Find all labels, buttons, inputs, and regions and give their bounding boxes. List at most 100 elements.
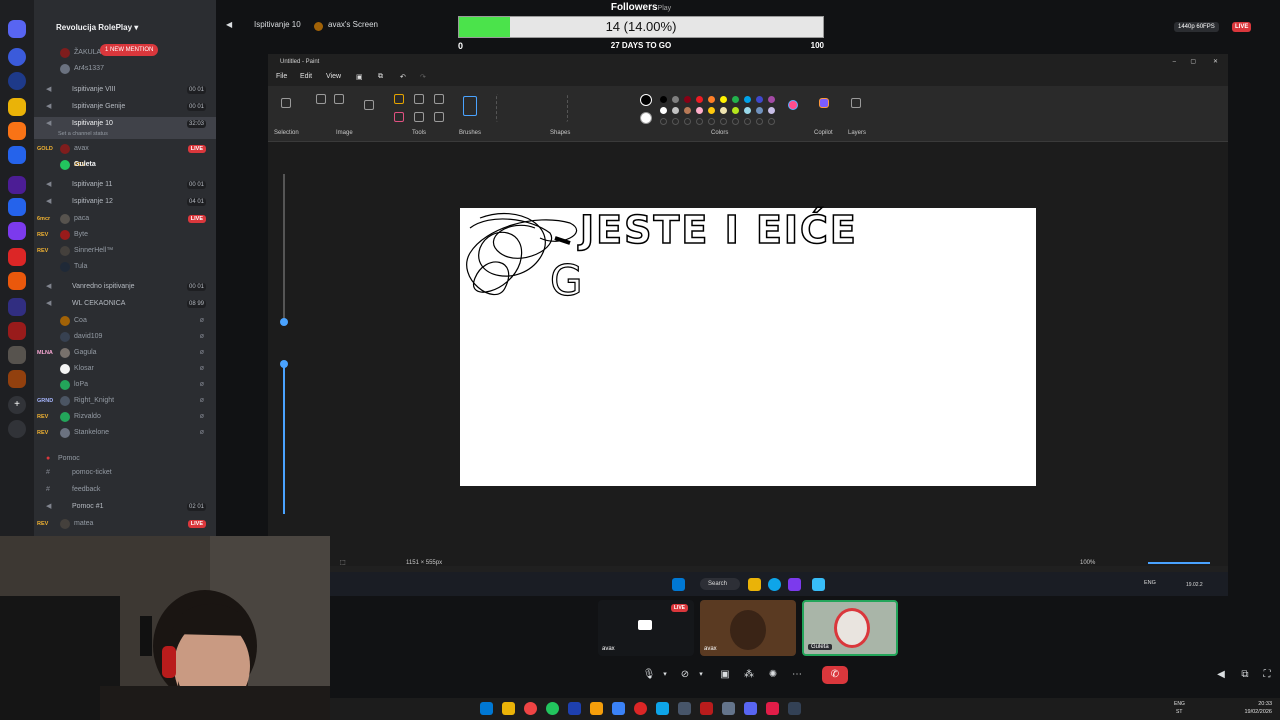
more-icon[interactable]: ⋯ xyxy=(788,666,806,684)
color-swatch[interactable] xyxy=(732,96,739,103)
color-swatch[interactable] xyxy=(720,96,727,103)
discord-icon[interactable] xyxy=(788,578,801,591)
folder-icon[interactable] xyxy=(8,98,26,116)
app-icon[interactable] xyxy=(590,702,603,715)
server-icon[interactable] xyxy=(8,122,26,140)
color-swatch[interactable] xyxy=(672,107,679,114)
color-swatch[interactable] xyxy=(660,107,667,114)
paint-icon[interactable] xyxy=(812,578,825,591)
app-icon[interactable] xyxy=(700,702,713,715)
text-icon[interactable] xyxy=(434,94,444,104)
close-button[interactable]: ✕ xyxy=(1213,54,1218,70)
color-swatch[interactable] xyxy=(708,107,715,114)
color-swatch[interactable] xyxy=(756,107,763,114)
chevron-down-icon[interactable]: ▾ xyxy=(656,666,674,684)
clock-time[interactable]: 20:33 xyxy=(1236,701,1272,707)
voice-channel[interactable]: ◀ Vanredno ispitivanje 00 01 xyxy=(34,280,216,294)
empty-swatch[interactable] xyxy=(684,118,691,125)
text-channel[interactable]: # pomoc-ticket xyxy=(34,466,216,480)
crop-icon[interactable] xyxy=(316,94,326,104)
stream-tile-active[interactable]: Guleta xyxy=(802,600,898,656)
shapes-gallery[interactable] xyxy=(496,94,568,122)
app-icon[interactable] xyxy=(788,702,801,715)
brush-size-slider[interactable] xyxy=(279,164,289,514)
server-icon[interactable] xyxy=(8,72,26,90)
voice-user[interactable]: avax GOLD LIVE xyxy=(34,142,216,156)
discord-icon[interactable] xyxy=(744,702,757,715)
color-swatch[interactable] xyxy=(756,96,763,103)
copilot-icon[interactable] xyxy=(819,98,829,108)
chrome-icon[interactable] xyxy=(524,702,537,715)
voice-user[interactable]: paca 6mcr LIVE xyxy=(34,212,216,226)
add-server-icon[interactable]: + xyxy=(8,396,26,414)
color-swatch[interactable] xyxy=(684,96,691,103)
volume-icon[interactable]: ◀ xyxy=(1212,666,1230,684)
magnifier-icon[interactable] xyxy=(434,112,444,122)
app-icon[interactable] xyxy=(722,702,735,715)
empty-swatch[interactable] xyxy=(756,118,763,125)
activity-icon[interactable]: ⁂ xyxy=(740,666,758,684)
eraser-icon[interactable] xyxy=(394,112,404,122)
server-icon[interactable] xyxy=(8,248,26,266)
disconnect-button[interactable]: ✆ xyxy=(822,666,848,684)
edge-icon[interactable] xyxy=(768,578,781,591)
server-icon[interactable] xyxy=(8,346,26,364)
empty-swatch[interactable] xyxy=(720,118,727,125)
fullscreen-icon[interactable]: ⛶ xyxy=(1258,666,1276,684)
color-swatch[interactable] xyxy=(768,107,775,114)
empty-swatch[interactable] xyxy=(696,118,703,125)
server-icon[interactable] xyxy=(8,222,26,240)
voice-channel[interactable]: ◀ Pomoc #1 02 01 xyxy=(34,500,216,514)
server-icon[interactable] xyxy=(8,370,26,388)
start-icon[interactable] xyxy=(672,578,685,591)
chevron-down-icon[interactable]: ▾ xyxy=(692,666,710,684)
color-swatch[interactable] xyxy=(696,107,703,114)
zoom-level[interactable]: 100% xyxy=(1080,556,1095,570)
explorer-icon[interactable] xyxy=(502,702,515,715)
voice-user[interactable]: matea REV LIVE xyxy=(34,517,216,531)
color-swatch[interactable] xyxy=(732,107,739,114)
voice-channel[interactable]: ◀ Ispitivanje 12 04 01 xyxy=(34,195,216,209)
voice-user[interactable]: Tula xyxy=(34,260,216,274)
edit-colors-icon[interactable] xyxy=(788,100,798,110)
empty-swatch[interactable] xyxy=(732,118,739,125)
stream-tile[interactable]: LIVE avax xyxy=(598,600,694,656)
stream-tile[interactable]: avax xyxy=(700,600,796,656)
input-language[interactable]: ENG xyxy=(1174,701,1185,707)
color-swatch[interactable] xyxy=(660,96,667,103)
discord-home-icon[interactable] xyxy=(8,20,26,38)
voice-user[interactable]: Gagula MLNA ø xyxy=(34,346,216,360)
empty-swatch[interactable] xyxy=(708,118,715,125)
folder-icon[interactable] xyxy=(8,176,26,194)
menu-file[interactable]: File xyxy=(276,73,287,80)
color-swatch[interactable] xyxy=(744,107,751,114)
voice-user[interactable]: david109 ø xyxy=(34,330,216,344)
layers-icon[interactable] xyxy=(851,98,861,108)
empty-swatch[interactable] xyxy=(672,118,679,125)
voice-user[interactable]: Stankelone REV ø xyxy=(34,426,216,440)
color-swatch[interactable] xyxy=(696,96,703,103)
share-icon[interactable]: ⧉ xyxy=(378,73,383,81)
voice-channel[interactable]: ◀ Ispitivanje VIII 00 01 xyxy=(34,83,216,97)
voice-channel[interactable]: ◀ Ispitivanje Genije 00 01 xyxy=(34,100,216,114)
voice-channel[interactable]: ◀ WL CEKAONICA 08 99 xyxy=(34,297,216,311)
empty-swatch[interactable] xyxy=(744,118,751,125)
voice-user[interactable]: Klosar ø xyxy=(34,362,216,376)
folder-icon[interactable] xyxy=(8,298,26,316)
app-icon[interactable] xyxy=(656,702,669,715)
explorer-icon[interactable] xyxy=(748,578,761,591)
text-channel[interactable]: # feedback xyxy=(34,483,216,497)
empty-swatch[interactable] xyxy=(660,118,667,125)
obs-icon[interactable] xyxy=(634,702,647,715)
save-icon[interactable]: ▣ xyxy=(356,73,363,81)
screen-share-icon[interactable]: ▣ xyxy=(716,666,734,684)
color-swatch[interactable] xyxy=(744,96,751,103)
server-icon[interactable] xyxy=(8,48,26,66)
server-icon[interactable] xyxy=(8,322,26,340)
server-name[interactable]: Revolucija RolePlay ▾ xyxy=(34,18,216,38)
image-select-icon[interactable] xyxy=(364,100,374,110)
undo-icon[interactable]: ↶ xyxy=(400,73,406,81)
voice-user[interactable]: loPa ø xyxy=(34,378,216,392)
menu-edit[interactable]: Edit xyxy=(300,73,312,80)
quality-badge[interactable]: 1440p 60FPS xyxy=(1174,22,1219,32)
